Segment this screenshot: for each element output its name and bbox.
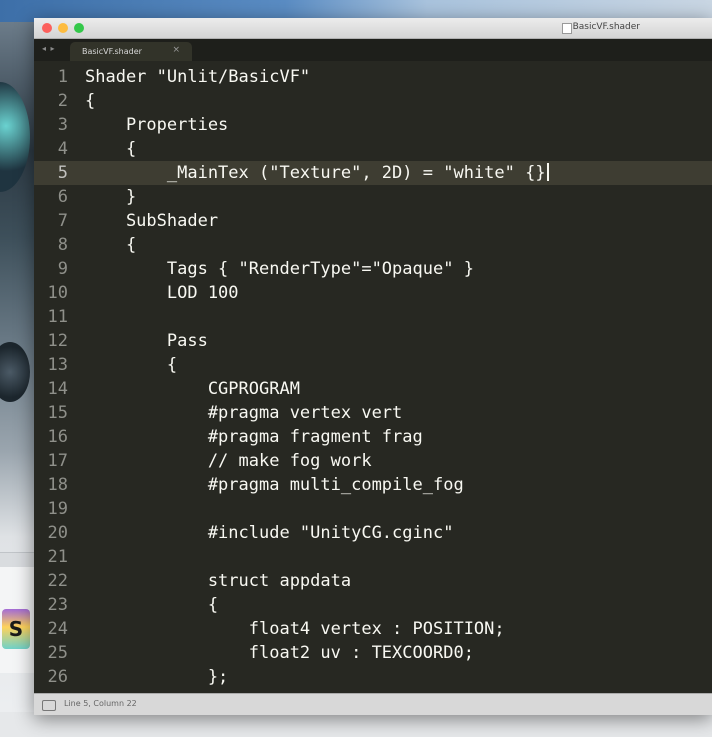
tab-nav-arrows-icon[interactable]: ◂ ▸ bbox=[42, 44, 56, 53]
desktop-decoration-dark bbox=[0, 342, 30, 402]
status-bar: Line 5, Column 22 bbox=[34, 693, 712, 715]
code-line[interactable]: 14 CGPROGRAM bbox=[34, 377, 712, 401]
code-text[interactable]: Tags { "RenderType"="Opaque" } bbox=[85, 257, 474, 281]
background-window[interactable]: S bbox=[0, 552, 34, 673]
document-icon bbox=[562, 23, 572, 34]
code-text[interactable]: Shader "Unlit/BasicVF" bbox=[85, 65, 310, 89]
code-line[interactable]: 11 bbox=[34, 305, 712, 329]
line-number: 15 bbox=[47, 403, 68, 423]
line-number: 9 bbox=[57, 259, 68, 279]
code-text[interactable]: struct appdata bbox=[85, 569, 351, 593]
line-number: 8 bbox=[57, 235, 68, 255]
code-text[interactable]: #include "UnityCG.cginc" bbox=[85, 521, 454, 545]
code-line[interactable]: 4 { bbox=[34, 137, 712, 161]
line-number: 6 bbox=[57, 187, 68, 207]
tab-basicvf-shader[interactable]: BasicVF.shader × bbox=[70, 42, 192, 61]
code-text[interactable]: Pass bbox=[85, 329, 208, 353]
code-line[interactable]: 6 } bbox=[34, 185, 712, 209]
status-text: Line 5, Column 22 bbox=[64, 699, 137, 708]
tab-bar: ◂ ▸ BasicVF.shader × bbox=[34, 39, 712, 61]
console-toggle-icon[interactable] bbox=[42, 700, 56, 711]
line-number: 14 bbox=[47, 379, 68, 399]
code-line[interactable]: 19 bbox=[34, 497, 712, 521]
tab-close-icon[interactable]: × bbox=[172, 45, 180, 55]
line-number: 7 bbox=[57, 211, 68, 231]
line-number: 26 bbox=[47, 667, 68, 687]
line-number: 25 bbox=[47, 643, 68, 663]
text-cursor bbox=[546, 163, 549, 181]
line-number: 21 bbox=[47, 547, 68, 567]
desktop-decoration bbox=[0, 82, 30, 192]
window-title: BasicVF.shader bbox=[572, 22, 640, 32]
code-text[interactable]: Properties bbox=[85, 113, 228, 137]
code-text[interactable]: } bbox=[85, 185, 136, 209]
code-line[interactable]: 5 _MainTex ("Texture", 2D) = "white" {} bbox=[34, 161, 712, 185]
tab-label: BasicVF.shader bbox=[82, 47, 142, 56]
code-text[interactable]: float2 uv : TEXCOORD0; bbox=[85, 641, 474, 665]
code-line[interactable]: 23 { bbox=[34, 593, 712, 617]
line-number: 13 bbox=[47, 355, 68, 375]
code-text[interactable]: float4 vertex : POSITION; bbox=[85, 617, 505, 641]
code-text[interactable]: { bbox=[85, 137, 136, 161]
background-app-icon[interactable]: S bbox=[2, 609, 30, 649]
line-number: 23 bbox=[47, 595, 68, 615]
code-text[interactable]: LOD 100 bbox=[85, 281, 239, 305]
code-text[interactable]: SubShader bbox=[85, 209, 218, 233]
code-text[interactable]: _MainTex ("Texture", 2D) = "white" {} bbox=[85, 161, 549, 185]
line-number: 10 bbox=[47, 283, 68, 303]
code-line[interactable]: 21 bbox=[34, 545, 712, 569]
code-text[interactable]: #pragma fragment frag bbox=[85, 425, 423, 449]
zoom-window-button[interactable] bbox=[74, 23, 84, 33]
line-number: 12 bbox=[47, 331, 68, 351]
line-number: 17 bbox=[47, 451, 68, 471]
code-line[interactable]: 1 Shader "Unlit/BasicVF" bbox=[34, 65, 712, 89]
code-text[interactable]: { bbox=[85, 593, 218, 617]
code-line[interactable]: 2{ bbox=[34, 89, 712, 113]
code-line[interactable]: 9 Tags { "RenderType"="Opaque" } bbox=[34, 257, 712, 281]
code-line[interactable]: 25 float2 uv : TEXCOORD0; bbox=[34, 641, 712, 665]
code-line[interactable]: 13 { bbox=[34, 353, 712, 377]
code-line[interactable]: 3 Properties bbox=[34, 113, 712, 137]
code-text[interactable]: #pragma multi_compile_fog bbox=[85, 473, 464, 497]
code-line[interactable]: 12 Pass bbox=[34, 329, 712, 353]
code-text[interactable]: #pragma vertex vert bbox=[85, 401, 402, 425]
code-line[interactable]: 22 struct appdata bbox=[34, 569, 712, 593]
code-text[interactable]: { bbox=[85, 89, 95, 113]
code-editor[interactable]: 1 Shader "Unlit/BasicVF" 2{3 Properties 4 {… bbox=[34, 61, 712, 693]
code-line[interactable]: 17 // make fog work bbox=[34, 449, 712, 473]
code-line[interactable]: 26 }; bbox=[34, 665, 712, 689]
code-line[interactable]: 20 #include "UnityCG.cginc" bbox=[34, 521, 712, 545]
minimize-window-button[interactable] bbox=[58, 23, 68, 33]
code-line[interactable]: 24 float4 vertex : POSITION; bbox=[34, 617, 712, 641]
line-number: 24 bbox=[47, 619, 68, 639]
window-titlebar[interactable]: BasicVF.shader bbox=[34, 18, 712, 39]
code-text[interactable]: }; bbox=[85, 665, 228, 689]
close-window-button[interactable] bbox=[42, 23, 52, 33]
code-line[interactable]: 18 #pragma multi_compile_fog bbox=[34, 473, 712, 497]
code-line[interactable]: 10 LOD 100 bbox=[34, 281, 712, 305]
line-number: 1 bbox=[57, 67, 68, 87]
code-text[interactable]: { bbox=[85, 233, 136, 257]
code-line[interactable]: 8 { bbox=[34, 233, 712, 257]
line-number: 16 bbox=[47, 427, 68, 447]
line-number: 5 bbox=[57, 163, 68, 183]
code-line[interactable]: 15 #pragma vertex vert bbox=[34, 401, 712, 425]
line-number: 20 bbox=[47, 523, 68, 543]
line-number: 4 bbox=[57, 139, 68, 159]
line-number: 19 bbox=[47, 499, 68, 519]
line-number: 18 bbox=[47, 475, 68, 495]
line-number: 3 bbox=[57, 115, 68, 135]
desktop-bottom-strip bbox=[0, 712, 712, 737]
code-line[interactable]: 16 #pragma fragment frag bbox=[34, 425, 712, 449]
code-text[interactable]: // make fog work bbox=[85, 449, 372, 473]
line-number: 22 bbox=[47, 571, 68, 591]
code-text[interactable]: { bbox=[85, 353, 177, 377]
editor-window: BasicVF.shader ◂ ▸ BasicVF.shader × 1 Sha… bbox=[34, 18, 712, 715]
background-window-titlebar bbox=[0, 553, 34, 567]
line-number: 2 bbox=[57, 91, 68, 111]
line-number: 11 bbox=[47, 307, 68, 327]
code-line[interactable]: 7 SubShader bbox=[34, 209, 712, 233]
code-text[interactable]: CGPROGRAM bbox=[85, 377, 300, 401]
